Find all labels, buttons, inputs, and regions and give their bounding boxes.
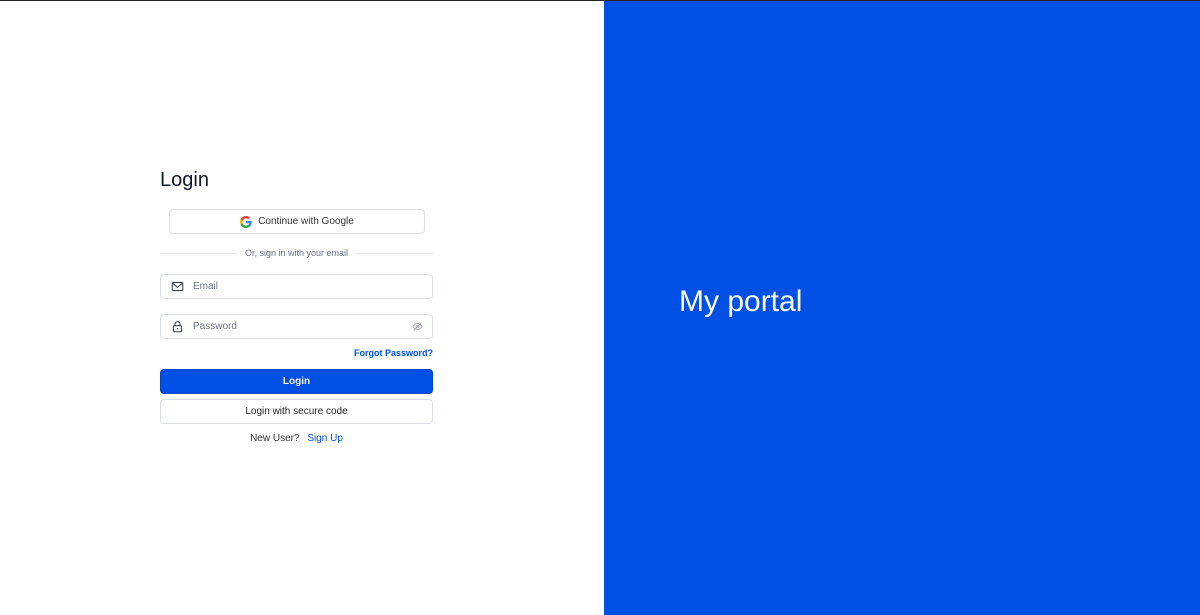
eye-off-icon[interactable] bbox=[411, 321, 423, 333]
password-field-wrapper bbox=[160, 314, 433, 339]
divider-line-left bbox=[160, 252, 237, 254]
email-field-wrapper bbox=[160, 274, 433, 299]
sign-up-link[interactable]: Sign Up bbox=[307, 433, 343, 444]
login-with-secure-code-button[interactable]: Login with secure code bbox=[160, 399, 433, 424]
login-form: Login Continue with Google Or, sign in w… bbox=[160, 166, 434, 444]
login-panel: Login Continue with Google Or, sign in w… bbox=[0, 1, 604, 615]
google-icon bbox=[240, 215, 252, 228]
login-button[interactable]: Login bbox=[160, 369, 433, 394]
new-user-text: New User? bbox=[250, 433, 300, 444]
lock-icon bbox=[170, 320, 184, 334]
continue-with-google-button[interactable]: Continue with Google bbox=[169, 209, 425, 234]
divider-line-right bbox=[356, 252, 434, 254]
brand-panel: My portal bbox=[604, 1, 1200, 615]
page-title: Login bbox=[160, 169, 209, 191]
password-input[interactable] bbox=[193, 315, 411, 338]
brand-title: My portal bbox=[679, 285, 803, 318]
mail-icon bbox=[170, 280, 184, 294]
forgot-password-link[interactable]: Forgot Password? bbox=[354, 348, 433, 358]
login-page: Login Continue with Google Or, sign in w… bbox=[0, 0, 1200, 615]
signup-row: New User? Sign Up bbox=[160, 433, 433, 444]
divider: Or, sign in with your email bbox=[160, 246, 434, 260]
divider-text: Or, sign in with your email bbox=[244, 248, 349, 258]
google-button-label: Continue with Google bbox=[258, 216, 354, 227]
email-input[interactable] bbox=[193, 275, 432, 298]
